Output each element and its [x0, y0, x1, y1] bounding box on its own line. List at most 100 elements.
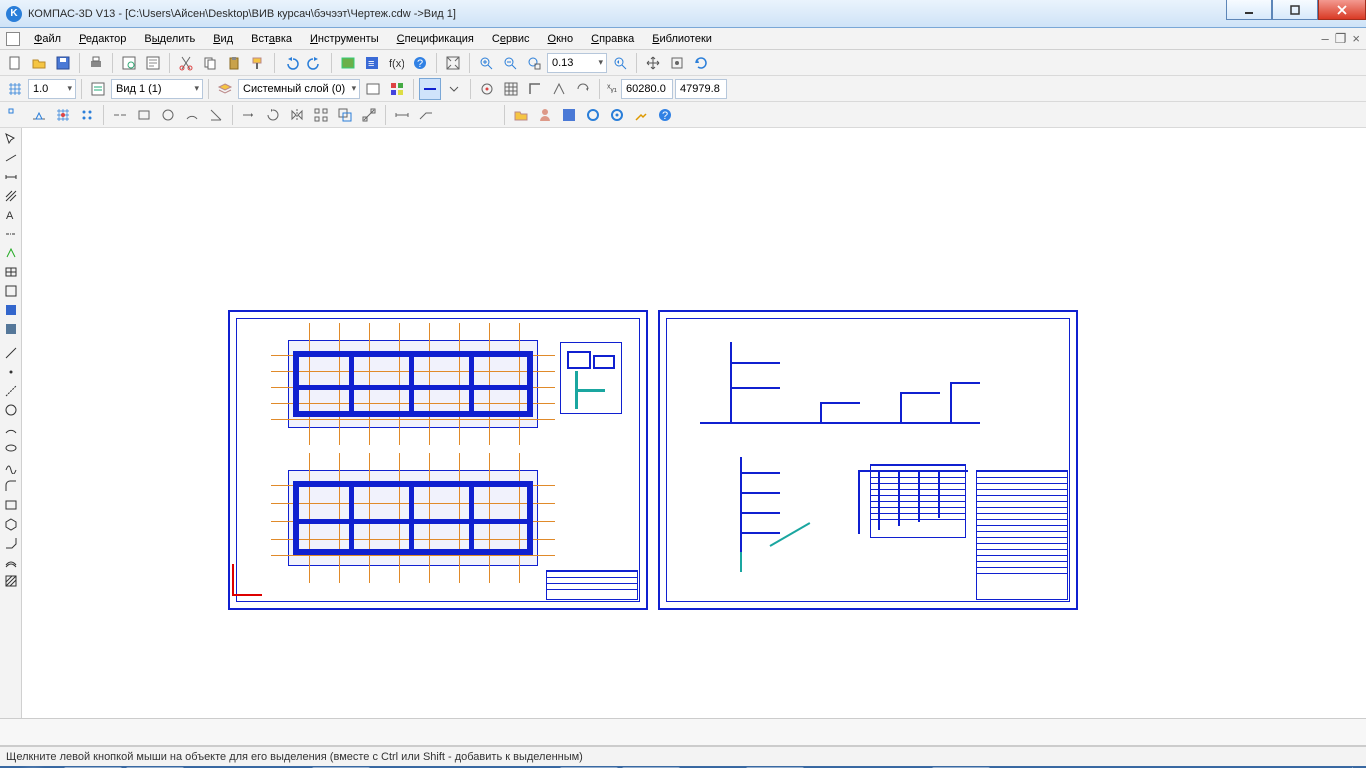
param-tool[interactable]	[1, 301, 21, 319]
function-button[interactable]: f(x)	[385, 52, 407, 74]
layers-button[interactable]	[214, 78, 236, 100]
menu-spec[interactable]: Спецификация	[389, 31, 482, 47]
mdi-close-button[interactable]: ×	[1352, 32, 1360, 45]
polygon-tool[interactable]	[1, 515, 21, 533]
snap-mid-button[interactable]	[28, 104, 50, 126]
edit-arc-button[interactable]	[181, 104, 203, 126]
lib-open-button[interactable]	[510, 104, 532, 126]
help-button[interactable]: ?	[409, 52, 431, 74]
rect-tool[interactable]	[1, 496, 21, 514]
menu-service[interactable]: Сервис	[484, 31, 538, 47]
leader-button[interactable]	[415, 104, 437, 126]
menu-tools[interactable]: Инструменты	[302, 31, 387, 47]
layer-combo[interactable]: Системный слой (0)	[238, 79, 360, 99]
close-button[interactable]	[1318, 0, 1366, 20]
snap-end-button[interactable]	[4, 104, 26, 126]
rotate-button[interactable]	[262, 104, 284, 126]
axis-tool[interactable]	[1, 225, 21, 243]
new-doc-button[interactable]	[4, 52, 26, 74]
spline-tool[interactable]	[1, 458, 21, 476]
library-mgr-button[interactable]	[337, 52, 359, 74]
paste-button[interactable]	[223, 52, 245, 74]
property-panel[interactable]	[0, 718, 1366, 746]
hatch2-tool[interactable]	[1, 572, 21, 590]
dim-tool[interactable]	[1, 168, 21, 186]
lib-person-button[interactable]	[534, 104, 556, 126]
pan-button[interactable]	[642, 52, 664, 74]
layer-colors-button[interactable]	[386, 78, 408, 100]
fillet-tool[interactable]	[1, 477, 21, 495]
snap-toggle-button[interactable]	[476, 78, 498, 100]
menu-help[interactable]: Справка	[583, 31, 642, 47]
edit-circle-button[interactable]	[157, 104, 179, 126]
view-list-button[interactable]	[87, 78, 109, 100]
menu-window[interactable]: Окно	[540, 31, 582, 47]
mdi-doc-icon[interactable]	[6, 32, 20, 46]
menu-insert[interactable]: Вставка	[243, 31, 300, 47]
contour-tool[interactable]	[1, 534, 21, 552]
measure-tool[interactable]	[1, 320, 21, 338]
snap-center-button[interactable]	[52, 104, 74, 126]
ellipse-tool[interactable]	[1, 439, 21, 457]
snap-grid-button[interactable]	[4, 78, 26, 100]
linestyle-button[interactable]	[419, 78, 441, 100]
undo-button[interactable]	[280, 52, 302, 74]
lib-help-button[interactable]: ?	[654, 104, 676, 126]
table-tool[interactable]	[1, 263, 21, 281]
coord-x-field[interactable]: 60280.0	[621, 79, 673, 99]
grid-toggle-button[interactable]	[500, 78, 522, 100]
rotate-view-button[interactable]	[666, 52, 688, 74]
lib-tree-button[interactable]	[558, 104, 580, 126]
aux-line-tool[interactable]	[1, 382, 21, 400]
circle-tool[interactable]	[1, 401, 21, 419]
layer-props-button[interactable]	[362, 78, 384, 100]
format-paint-button[interactable]	[247, 52, 269, 74]
text-tool[interactable]: A	[1, 206, 21, 224]
line-tool[interactable]	[1, 344, 21, 362]
offset-button[interactable]	[334, 104, 356, 126]
equidist-tool[interactable]	[1, 553, 21, 571]
ortho-button[interactable]	[524, 78, 546, 100]
dimension-button[interactable]	[391, 104, 413, 126]
properties-button[interactable]	[142, 52, 164, 74]
redo-button[interactable]	[304, 52, 326, 74]
menu-select[interactable]: Выделить	[136, 31, 203, 47]
cut-button[interactable]	[175, 52, 197, 74]
menu-view[interactable]: Вид	[205, 31, 241, 47]
cursor-tool[interactable]	[1, 130, 21, 148]
mdi-restore-button[interactable]: ❐	[1335, 32, 1347, 45]
mirror-button[interactable]	[286, 104, 308, 126]
scale-button[interactable]	[358, 104, 380, 126]
variables-button[interactable]: ≡	[361, 52, 383, 74]
minimize-button[interactable]	[1226, 0, 1272, 20]
edit-rect-button[interactable]	[133, 104, 155, 126]
mdi-minimize-button[interactable]: –	[1322, 32, 1329, 45]
fit-window-button[interactable]	[442, 52, 464, 74]
scale-combo[interactable]: 1.0	[28, 79, 76, 99]
edit-tool[interactable]	[1, 282, 21, 300]
refresh-button[interactable]	[690, 52, 712, 74]
roughness-tool[interactable]	[1, 244, 21, 262]
zoom-out-button[interactable]	[499, 52, 521, 74]
edit-trim-button[interactable]	[205, 104, 227, 126]
hatch-tool[interactable]	[1, 187, 21, 205]
copy-button[interactable]	[199, 52, 221, 74]
menu-libs[interactable]: Библиотеки	[644, 31, 720, 47]
lib-gear2-button[interactable]	[606, 104, 628, 126]
zoom-combo[interactable]: 0.13	[547, 53, 607, 73]
localcs-button[interactable]	[548, 78, 570, 100]
snap-node-button[interactable]	[76, 104, 98, 126]
zoom-area-button[interactable]	[523, 52, 545, 74]
move-button[interactable]	[238, 104, 260, 126]
save-button[interactable]	[52, 52, 74, 74]
point-tool[interactable]	[1, 363, 21, 381]
geometry-tool[interactable]	[1, 149, 21, 167]
zoom-prev-button[interactable]	[609, 52, 631, 74]
menu-edit[interactable]: Редактор	[71, 31, 134, 47]
maximize-button[interactable]	[1272, 0, 1318, 20]
roundtrip-button[interactable]	[572, 78, 594, 100]
arc-tool[interactable]	[1, 420, 21, 438]
lib-gear1-button[interactable]	[582, 104, 604, 126]
preview-button[interactable]	[118, 52, 140, 74]
view-combo[interactable]: Вид 1 (1)	[111, 79, 203, 99]
